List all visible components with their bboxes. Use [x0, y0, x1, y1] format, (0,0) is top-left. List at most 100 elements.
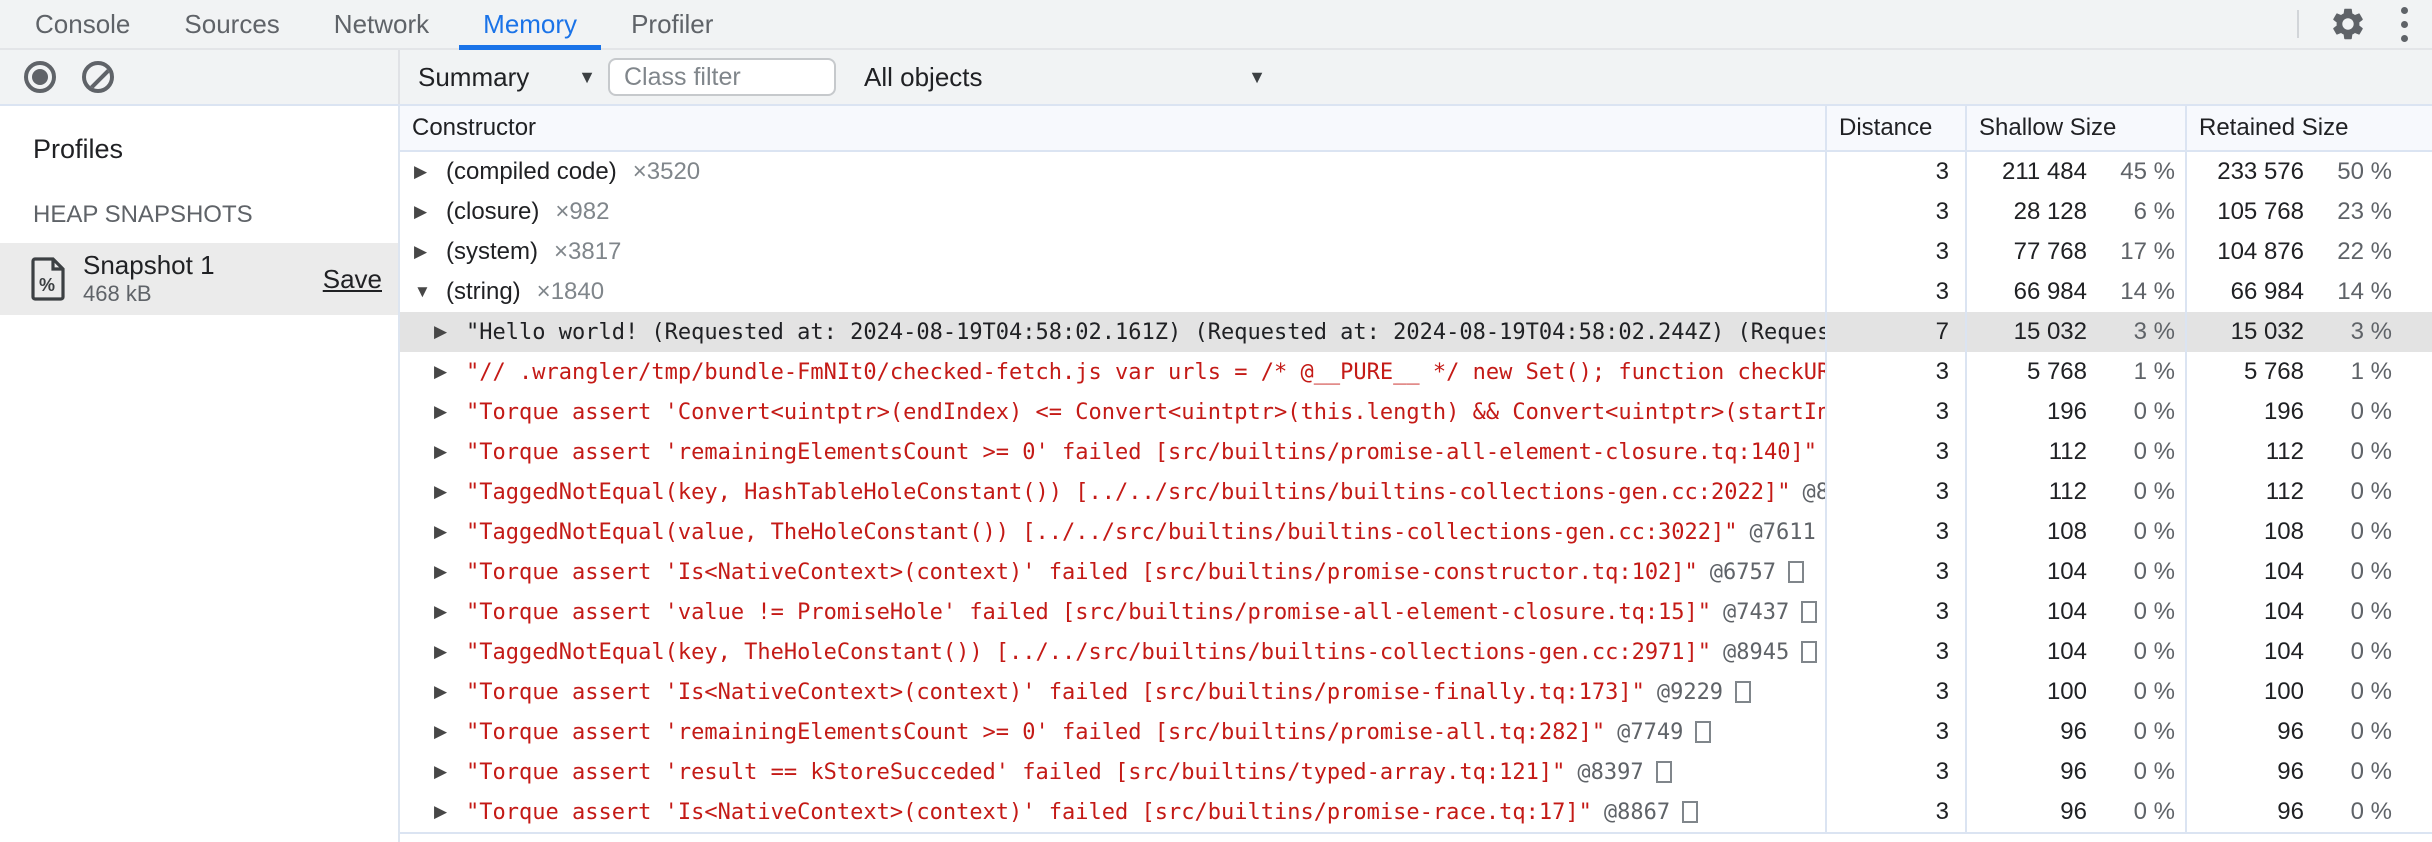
shallow-size-cell: 96 0 %	[1965, 712, 2185, 752]
shallow-size-percent: 0 %	[2133, 438, 2175, 465]
constructor-name: "TaggedNotEqual(value, TheHoleConstant()…	[466, 519, 1738, 545]
tab-memory[interactable]: Memory	[456, 0, 604, 50]
table-row[interactable]: ▶ "Torque assert 'Convert<uintptr>(endIn…	[400, 392, 2432, 432]
table-row[interactable]: ▶ "Torque assert 'remainingElementsCount…	[400, 712, 2432, 752]
tab-network[interactable]: Network	[307, 0, 456, 48]
column-header-constructor[interactable]: Constructor	[400, 106, 1825, 150]
distance-cell: 3	[1825, 752, 1965, 792]
table-row[interactable]: ▼ (string) ×1840 3 66 984 14 % 66 984 14…	[400, 272, 2432, 312]
expander-icon[interactable]: ▶	[434, 602, 466, 622]
expander-icon[interactable]: ▶	[414, 202, 446, 222]
expander-icon[interactable]: ▶	[434, 362, 466, 382]
retained-size-percent: 0 %	[2350, 718, 2392, 745]
tabbar-right-actions	[2297, 0, 2432, 48]
kebab-menu-icon[interactable]	[2397, 3, 2412, 46]
shallow-size-cell: 104 0 %	[1965, 632, 2185, 672]
reveal-icon[interactable]	[1655, 761, 1672, 783]
reveal-icon[interactable]	[1801, 601, 1818, 623]
tab-console[interactable]: Console	[8, 0, 157, 48]
object-id: @8397	[1577, 759, 1644, 785]
reveal-icon[interactable]	[1735, 681, 1752, 703]
retained-size-percent: 3 %	[2350, 318, 2392, 345]
expander-icon[interactable]: ▶	[434, 642, 466, 662]
expander-icon[interactable]: ▶	[414, 162, 446, 182]
gear-icon[interactable]	[2329, 5, 2367, 43]
constructor-cell: ▶ "Torque assert 'value != PromiseHole' …	[400, 592, 1825, 632]
retained-size-value: 233 576	[2217, 158, 2304, 185]
shallow-size-value: 5 768	[2026, 358, 2087, 385]
retained-size-cell: 96 0 %	[2185, 792, 2430, 832]
table-row[interactable]: ▶ "Torque assert 'Is<NativeContext>(cont…	[400, 792, 2432, 832]
shallow-size-cell: 96 0 %	[1965, 752, 2185, 792]
expander-icon[interactable]: ▶	[434, 802, 466, 822]
object-id: @7437	[1723, 599, 1790, 625]
shallow-size-percent: 0 %	[2133, 718, 2175, 745]
table-row[interactable]: ▶ "// .wrangler/tmp/bundle-FmNIt0/checke…	[400, 352, 2432, 392]
distance-cell: 3	[1825, 152, 1965, 192]
save-snapshot-link[interactable]: Save	[323, 264, 382, 295]
tab-label: Sources	[184, 8, 280, 39]
distance-cell: 3	[1825, 392, 1965, 432]
distance-cell: 3	[1825, 552, 1965, 592]
table-row[interactable]: ▶ (system) ×3817 3 77 768 17 % 104 876 2…	[400, 232, 2432, 272]
expander-icon[interactable]: ▶	[434, 442, 466, 462]
expander-icon[interactable]: ▶	[434, 322, 466, 342]
constructor-cell: ▶ "Hello world! (Requested at: 2024-08-1…	[400, 312, 1825, 352]
column-header-retained-size[interactable]: Retained Size	[2185, 106, 2430, 150]
tab-sources[interactable]: Sources	[157, 0, 306, 48]
table-row[interactable]: ▶ "TaggedNotEqual(key, TheHoleConstant()…	[400, 632, 2432, 672]
reveal-icon[interactable]	[1695, 721, 1712, 743]
column-header-distance[interactable]: Distance	[1825, 106, 1965, 150]
shallow-size-value: 196	[2046, 398, 2087, 425]
class-filter-input[interactable]	[608, 58, 836, 96]
expander-icon[interactable]: ▶	[434, 482, 466, 502]
objects-scope-select[interactable]: All objects ▼	[864, 62, 1266, 93]
expander-icon[interactable]: ▶	[434, 682, 466, 702]
retained-size-value: 105 768	[2217, 198, 2304, 225]
reveal-icon[interactable]	[1682, 801, 1699, 823]
constructor-cell: ▶ (compiled code) ×3520	[400, 152, 1825, 192]
table-row[interactable]: ▶ (closure) ×982 3 28 128 6 % 105 768 23…	[400, 192, 2432, 232]
table-row[interactable]: ▶ "Torque assert 'result == kStoreSucced…	[400, 752, 2432, 792]
reveal-icon[interactable]	[1788, 561, 1805, 583]
shallow-size-value: 104	[2046, 638, 2087, 665]
expander-icon[interactable]: ▶	[434, 722, 466, 742]
expander-icon[interactable]: ▼	[414, 282, 446, 302]
table-row[interactable]: ▶ (compiled code) ×3520 3 211 484 45 % 2…	[400, 152, 2432, 192]
expander-icon[interactable]: ▶	[434, 522, 466, 542]
shallow-size-value: 15 032	[2013, 318, 2087, 345]
clear-profiles-icon[interactable]	[82, 61, 114, 93]
table-row[interactable]: ▶ "Torque assert 'remainingElementsCount…	[400, 432, 2432, 472]
expander-icon[interactable]: ▶	[434, 402, 466, 422]
sidebar-item-snapshot-1[interactable]: % Snapshot 1 468 kB Save	[0, 243, 398, 315]
constructor-name: "Torque assert 'Is<NativeContext>(contex…	[466, 559, 1698, 585]
table-row[interactable]: ▶ "Torque assert 'Is<NativeContext>(cont…	[400, 552, 2432, 592]
table-row[interactable]: ▶ "TaggedNotEqual(key, HashTableHoleCons…	[400, 472, 2432, 512]
retained-size-percent: 1 %	[2350, 358, 2392, 385]
grid-header-row: Constructor Distance Shallow Size Retain…	[400, 106, 2432, 152]
perspective-select[interactable]: Summary ▼	[418, 62, 596, 93]
shallow-size-percent: 3 %	[2133, 318, 2175, 345]
expander-icon[interactable]: ▶	[434, 562, 466, 582]
retained-size-percent: 0 %	[2350, 478, 2392, 505]
constructor-cell: ▶ "TaggedNotEqual(key, HashTableHoleCons…	[400, 472, 1825, 512]
table-row[interactable]: ▶ "Hello world! (Requested at: 2024-08-1…	[400, 312, 2432, 352]
distance-cell: 3	[1825, 472, 1965, 512]
expander-icon[interactable]: ▶	[414, 242, 446, 262]
snapshot-name: Snapshot 1	[83, 250, 215, 281]
tab-profiler[interactable]: Profiler	[604, 0, 740, 48]
retained-size-cell: 100 0 %	[2185, 672, 2430, 712]
column-header-shallow-size[interactable]: Shallow Size	[1965, 106, 2185, 150]
distance-cell: 3	[1825, 512, 1965, 552]
shallow-size-percent: 0 %	[2133, 558, 2175, 585]
reveal-icon[interactable]	[1801, 641, 1818, 663]
profiler-actions	[0, 50, 400, 104]
record-heap-snapshot-icon[interactable]	[24, 61, 56, 93]
table-row[interactable]: ▶ "Torque assert 'value != PromiseHole' …	[400, 592, 2432, 632]
objects-scope-value: All objects	[864, 61, 983, 92]
expander-icon[interactable]: ▶	[434, 762, 466, 782]
retained-size-value: 104 876	[2217, 238, 2304, 265]
shallow-size-value: 100	[2046, 678, 2087, 705]
table-row[interactable]: ▶ "TaggedNotEqual(value, TheHoleConstant…	[400, 512, 2432, 552]
table-row[interactable]: ▶ "Torque assert 'Is<NativeContext>(cont…	[400, 672, 2432, 712]
